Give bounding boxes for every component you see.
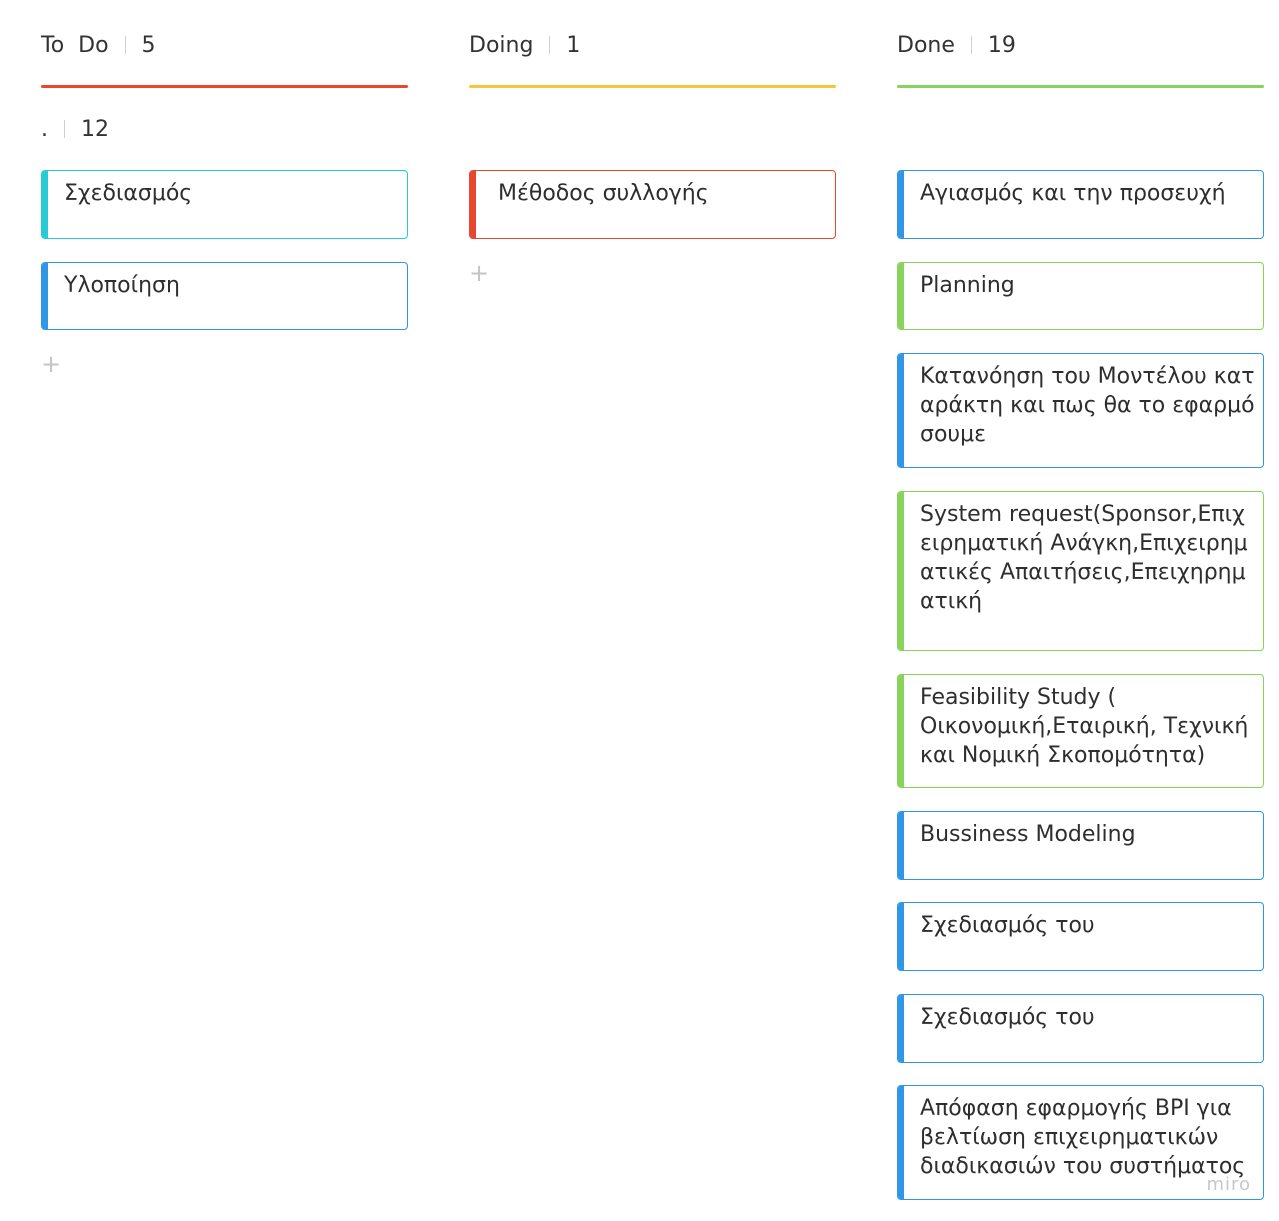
card-text: Σχεδιασμός του — [920, 913, 1095, 938]
card[interactable]: Σχεδιασμός του — [897, 902, 1264, 971]
card-text: Απόφαση εφαρμογής BPI για βελτίωση επιχε… — [920, 1096, 1246, 1179]
card-color-stripe — [898, 492, 904, 650]
group-divider — [64, 120, 65, 138]
column-color-line — [41, 85, 408, 88]
card[interactable]: Μέθοδος συλλογής — [469, 170, 836, 239]
column-header-doing[interactable]: Doing 1 — [469, 30, 580, 60]
card-color-stripe — [42, 263, 48, 329]
card-color-stripe — [898, 812, 904, 879]
card-color-stripe — [898, 171, 904, 238]
plus-icon[interactable]: + — [469, 261, 489, 285]
card-color-stripe — [42, 171, 48, 238]
header-divider — [549, 36, 551, 54]
card[interactable]: Κατανόηση του Μοντέλου καταράκτη και πως… — [897, 353, 1264, 468]
card-color-stripe — [898, 903, 904, 970]
card[interactable]: System request(Sponsor,Επιχειρηματική Αν… — [897, 491, 1264, 651]
card-text: Κατανόηση του Μοντέλου καταράκτη και πως… — [920, 364, 1255, 447]
card-text: Σχεδιασμός του — [920, 1005, 1095, 1030]
card-text: System request(Sponsor,Επιχειρηματική Αν… — [920, 502, 1248, 614]
plus-icon[interactable]: + — [41, 352, 61, 376]
group-header[interactable]: . 12 — [41, 114, 109, 144]
card-text: Feasibility Study ( Οικονομική,Εταιρική,… — [920, 685, 1249, 768]
card[interactable]: Αγιασμός και την προσευχή — [897, 170, 1264, 239]
card[interactable]: Σχεδιασμός — [41, 170, 408, 239]
card[interactable]: Feasibility Study ( Οικονομική,Εταιρική,… — [897, 674, 1264, 788]
card-text: Αγιασμός και την προσευχή — [920, 181, 1226, 206]
card-color-stripe — [470, 171, 476, 238]
column-header-done[interactable]: Done 19 — [897, 30, 1016, 60]
column-title: Doing — [469, 32, 534, 58]
card-color-stripe — [898, 995, 904, 1062]
card-text: Υλοποίηση — [64, 273, 180, 298]
card-text: Σχεδιασμός — [64, 181, 193, 206]
card-text: Bussiness Modeling — [920, 822, 1136, 847]
card[interactable]: Planning — [897, 262, 1264, 330]
group-label: . — [41, 116, 48, 142]
column-count: 19 — [987, 32, 1016, 58]
card[interactable]: Σχεδιασμός του — [897, 994, 1264, 1063]
column-count: 1 — [566, 32, 581, 58]
card-text: Μέθοδος συλλογής — [498, 181, 709, 206]
card-color-stripe — [898, 263, 904, 329]
miro-watermark: miro — [1206, 1174, 1251, 1195]
header-divider — [970, 36, 972, 54]
column-color-line — [897, 85, 1264, 88]
card-text: Planning — [920, 273, 1015, 298]
column-title: To Do — [41, 32, 109, 58]
card-color-stripe — [898, 675, 904, 787]
column-title: Done — [897, 32, 955, 58]
card[interactable]: Bussiness Modeling — [897, 811, 1264, 880]
card-color-stripe — [898, 1086, 904, 1199]
card[interactable]: Υλοποίηση — [41, 262, 408, 330]
column-count: 5 — [141, 32, 156, 58]
column-header-todo[interactable]: To Do 5 — [41, 30, 156, 60]
card-color-stripe — [898, 354, 904, 467]
header-divider — [124, 36, 126, 54]
column-color-line — [469, 85, 836, 88]
group-count: 12 — [81, 116, 109, 142]
